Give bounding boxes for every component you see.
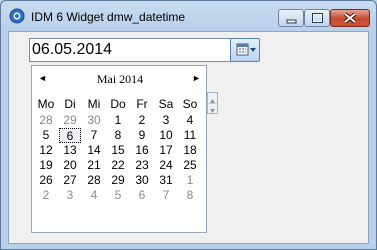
calendar-day[interactable]: 30 [83,113,105,128]
weekday-label: Fr [136,97,148,111]
calendar-day[interactable]: 8 [107,128,129,143]
next-month-button[interactable]: ► [192,73,201,83]
calendar-day[interactable]: 7 [83,128,105,143]
close-icon [343,12,357,24]
calendar-day[interactable]: 29 [107,173,129,188]
calendar-day[interactable]: 24 [155,158,177,173]
calendar-day[interactable]: 5 [35,128,57,143]
calendar-day[interactable]: 6 [131,188,153,203]
weekday-label: Di [64,97,76,111]
calendar-day[interactable]: 10 [155,128,177,143]
calendar-day[interactable]: 8 [179,188,201,203]
calendar-day[interactable]: 28 [35,113,57,128]
calendar-day[interactable]: 11 [179,128,201,143]
calendar-day[interactable]: 25 [179,158,201,173]
calendar-day[interactable]: 2 [35,188,57,203]
date-input[interactable] [29,38,231,62]
weekday-label: So [182,97,198,111]
calendar-day[interactable]: 16 [131,143,153,158]
calendar-day[interactable]: 14 [83,143,105,158]
weekday-label: Sa [158,97,174,111]
app-window: IDM 6 Widget dmw_datetime 06.05.2014 ◄ M… [0,0,377,250]
calendar-day[interactable]: 13 [59,143,81,158]
calendar-day[interactable]: 31 [155,173,177,188]
calendar-day[interactable]: 9 [131,128,153,143]
calendar-dropdown: ◄ Mai 2014 ► Mo Di Mi Do Fr Sa So 28 29 30 1 2 3 4 5 6… [31,65,207,233]
calendar-day[interactable]: 22 [107,158,129,173]
calendar-day[interactable]: 26 [35,173,57,188]
window-title: IDM 6 Widget dmw_datetime [31,10,186,24]
calendar-day[interactable]: 30 [131,173,153,188]
arrow-down-icon [210,109,215,113]
title-bar[interactable]: IDM 6 Widget dmw_datetime [1,1,376,31]
calendar-day[interactable]: 3 [59,188,81,203]
calendar-day[interactable]: 23 [131,158,153,173]
calendar-day[interactable]: 20 [59,158,81,173]
calendar-day[interactable]: 12 [35,143,57,158]
maximize-icon [312,13,323,23]
calendar-day[interactable]: 4 [179,113,201,128]
calendar-day[interactable]: 3 [155,113,177,128]
calendar-dropdown-icon [236,43,256,56]
spinner[interactable] [207,92,218,114]
month-label[interactable]: Mai 2014 [32,72,208,87]
maximize-button[interactable] [304,9,330,27]
minimize-icon [286,19,297,24]
app-icon[interactable] [9,8,25,24]
calendar-day[interactable]: 29 [59,113,81,128]
calendar-day[interactable]: 21 [83,158,105,173]
calendar-day[interactable]: 2 [131,113,153,128]
calendar-day[interactable]: 7 [155,188,177,203]
spin-down-button[interactable] [208,103,217,113]
date-picker-button[interactable] [230,38,260,62]
calendar-day[interactable]: 15 [107,143,129,158]
weekday-label: Do [110,97,126,111]
calendar-day[interactable]: 1 [179,173,201,188]
close-button[interactable] [330,9,370,27]
selected-day[interactable]: 6 [59,128,81,143]
calendar-day[interactable]: 19 [35,158,57,173]
calendar-day[interactable]: 5 [107,188,129,203]
calendar-day[interactable]: 18 [179,143,201,158]
calendar-day[interactable]: 17 [155,143,177,158]
calendar-day[interactable]: 27 [59,173,81,188]
calendar-day[interactable]: 1 [107,113,129,128]
weekday-label: Mo [37,97,55,111]
calendar-day[interactable]: 28 [83,173,105,188]
weekday-label: Mi [87,97,101,111]
calendar-day[interactable]: 4 [83,188,105,203]
minimize-button[interactable] [278,9,304,27]
